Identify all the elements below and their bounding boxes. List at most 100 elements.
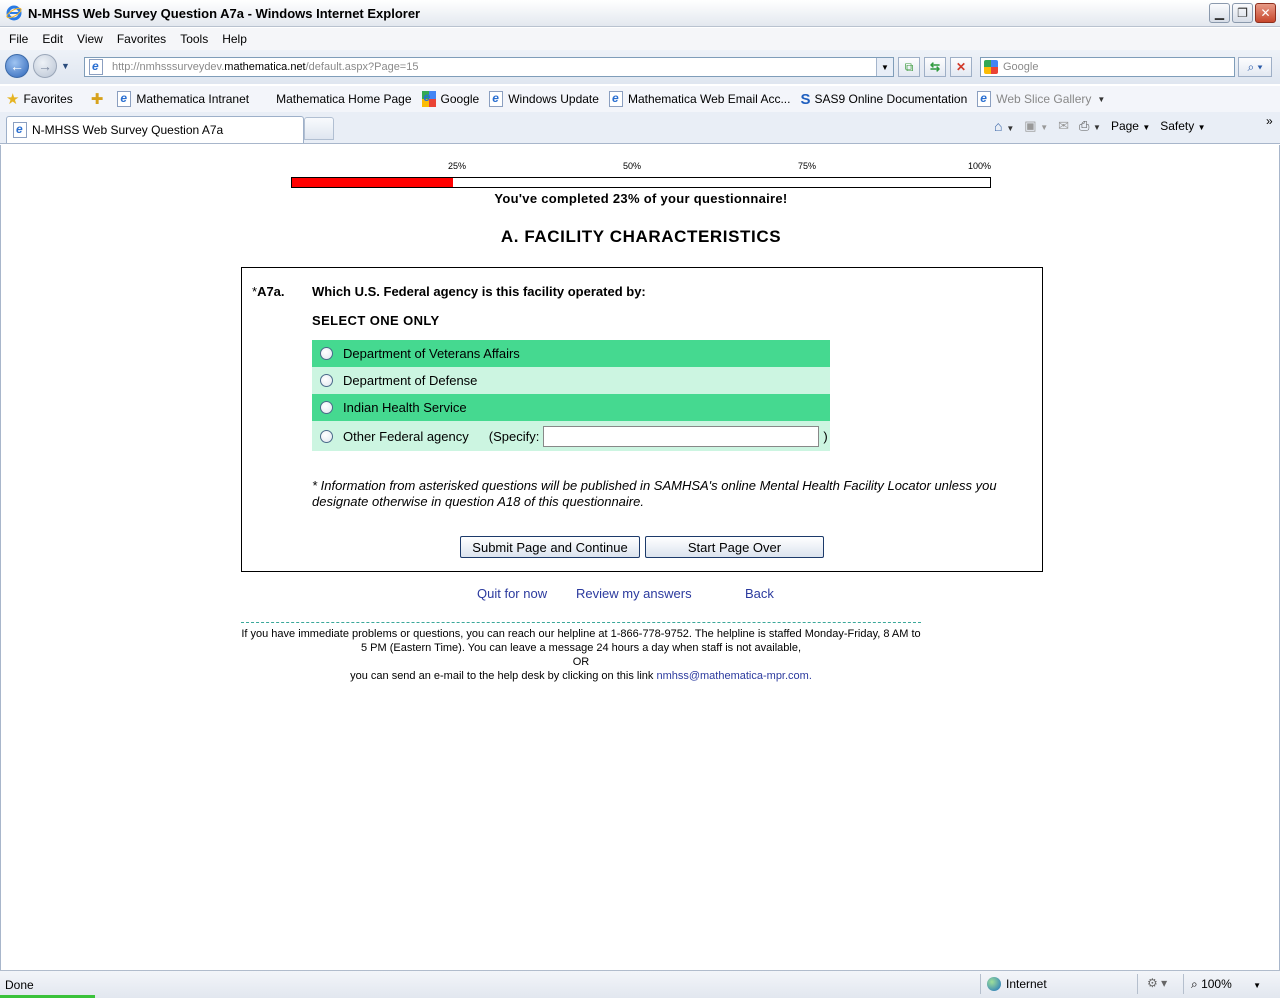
fav-web-email[interactable]: Mathematica Web Email Acc... — [608, 91, 791, 107]
option-veterans-affairs[interactable]: Department of Veterans Affairs — [312, 340, 830, 367]
address-bar[interactable]: http://nmhsssurveydev.mathematica.net/de… — [84, 57, 894, 77]
option-defense[interactable]: Department of Defense — [312, 367, 830, 394]
asterisk-note: * Information from asterisked questions … — [312, 478, 997, 509]
progress-label-25: 25% — [447, 161, 466, 171]
page-icon — [117, 91, 132, 107]
feeds-icon[interactable]: ▣ ▼ — [1024, 118, 1048, 134]
tab-current[interactable]: N-MHSS Web Survey Question A7a — [6, 116, 304, 143]
stop-icon[interactable]: ✕ — [950, 57, 972, 77]
review-link[interactable]: Review my answers — [576, 586, 692, 601]
page-icon — [489, 91, 504, 107]
section-title: A. FACILITY CHARACTERISTICS — [500, 227, 782, 246]
window-title: N-MHSS Web Survey Question A7a - Windows… — [28, 5, 421, 21]
page-menu[interactable]: Page ▼ — [1111, 119, 1150, 133]
divider — [980, 974, 981, 994]
progress-bar — [291, 177, 991, 188]
fav-label: Google — [440, 92, 480, 106]
start-over-button[interactable]: Start Page Over — [645, 536, 824, 558]
fav-label: Mathematica Web Email Acc... — [627, 92, 791, 106]
zoom-control[interactable]: ⌕ 100% ▼ — [1191, 977, 1261, 992]
add-favorite-icon[interactable]: ✚ — [91, 90, 108, 108]
back-link[interactable]: Back — [745, 586, 774, 601]
option-label: Other Federal agency — [343, 428, 469, 444]
forward-icon[interactable]: → — [33, 54, 57, 78]
tab-title: N-MHSS Web Survey Question A7a — [32, 123, 224, 137]
question-box: *A7a. Which U.S. Federal agency is this … — [241, 267, 1043, 572]
divider — [241, 622, 921, 623]
menu-edit[interactable]: Edit — [37, 32, 72, 46]
fav-mathematica-home[interactable]: Mathematica Home Page — [276, 92, 411, 106]
status-bar: Done Internet ⚙ ▾ ⌕ 100% ▼ — [0, 970, 1280, 998]
progress-fill — [292, 178, 453, 187]
back-icon[interactable]: ← — [5, 54, 29, 78]
page-icon — [608, 91, 623, 107]
address-dropdown-icon[interactable]: ▼ — [876, 58, 893, 76]
refresh-icon[interactable]: ⇆ — [924, 57, 946, 77]
search-input[interactable]: Google — [980, 57, 1235, 77]
progress-label-100: 100% — [967, 161, 991, 171]
globe-icon — [987, 977, 1001, 991]
fav-label: Mathematica Home Page — [276, 92, 412, 106]
menu-view[interactable]: View — [72, 32, 112, 46]
divider — [1137, 974, 1138, 994]
fav-label: Mathematica Intranet — [136, 92, 250, 106]
radio-button[interactable] — [320, 347, 333, 360]
progress-label-75: 75% — [797, 161, 816, 171]
chevron-down-icon: ▼ — [1097, 94, 1106, 104]
new-tab-button[interactable] — [304, 117, 334, 140]
help-or: OR — [572, 656, 590, 668]
close-button[interactable]: ✕ — [1255, 3, 1276, 23]
compatibility-icon[interactable]: ⧉ — [898, 57, 920, 77]
radio-button[interactable] — [320, 401, 333, 414]
progress-label-50: 50% — [622, 161, 641, 171]
menu-favorites[interactable]: Favorites — [112, 32, 175, 46]
add-star-icon: ✚ — [90, 91, 104, 108]
print-icon[interactable]: ⎙ ▼ — [1079, 118, 1101, 134]
fav-sas9-docs[interactable]: S SAS9 Online Documentation — [800, 91, 967, 108]
minimize-button[interactable]: ▁ — [1209, 3, 1230, 23]
address-url: http://nmhsssurveydev.mathematica.net/de… — [112, 61, 419, 73]
menu-bar: File Edit View Favorites Tools Help — [0, 28, 1280, 50]
radio-button[interactable] — [320, 429, 333, 443]
options-list: Department of Veterans Affairs Departmen… — [312, 340, 830, 451]
status-text: Done — [5, 978, 34, 992]
restore-button[interactable]: ❐ — [1232, 3, 1253, 23]
menu-file[interactable]: File — [4, 32, 37, 46]
command-bar: ⌂ ▼ ▣ ▼ ✉ ⎙ ▼ Page ▼ Safety ▼ — [994, 118, 1206, 134]
radio-button[interactable] — [320, 374, 333, 387]
progress-text: You've completed 23% of your questionnai… — [494, 191, 788, 206]
home-icon[interactable]: ⌂ ▼ — [994, 118, 1014, 134]
fav-label: SAS9 Online Documentation — [814, 92, 968, 106]
help-line: If you have immediate problems or questi… — [241, 628, 921, 654]
search-icon[interactable]: ⌕ ▾ — [1238, 57, 1272, 77]
divider — [1183, 974, 1184, 994]
footer-links: Quit for now Review my answers Back — [1, 586, 1280, 602]
fav-google[interactable]: Google — [421, 90, 480, 107]
option-indian-health-service[interactable]: Indian Health Service — [312, 394, 830, 421]
history-dropdown-icon[interactable]: ▼ — [61, 61, 70, 71]
sas-icon: S — [800, 90, 811, 108]
email-link[interactable]: nmhss@mathematica-mpr.com. — [656, 670, 811, 682]
fav-label: Web Slice Gallery — [996, 92, 1092, 106]
submit-button[interactable]: Submit Page and Continue — [460, 536, 640, 558]
option-other-federal-agency[interactable]: Other Federal agency (Specify: ) — [312, 421, 830, 451]
mail-icon[interactable]: ✉ — [1058, 118, 1069, 134]
specify-input[interactable] — [543, 425, 820, 447]
page-content: 25% 50% 75% 100% You've completed 23% of… — [0, 145, 1280, 970]
menu-help[interactable]: Help — [217, 32, 256, 46]
fav-web-slice-gallery[interactable]: Web Slice Gallery ▼ — [977, 91, 1105, 107]
favorites-button[interactable]: ★ Favorites — [6, 90, 73, 108]
fav-windows-update[interactable]: Windows Update — [489, 91, 599, 107]
favorites-bar: ★ Favorites ✚ Mathematica Intranet Mathe… — [0, 86, 1280, 112]
select-instruction: SELECT ONE ONLY — [312, 313, 440, 328]
tab-row: N-MHSS Web Survey Question A7a ⌂ ▼ ▣ ▼ ✉… — [0, 112, 1280, 144]
quit-link[interactable]: Quit for now — [477, 586, 547, 601]
safety-menu[interactable]: Safety ▼ — [1160, 119, 1205, 133]
page-icon — [13, 122, 27, 138]
fav-mathematica-intranet[interactable]: Mathematica Intranet — [117, 91, 249, 107]
menu-tools[interactable]: Tools — [175, 32, 217, 46]
security-zone[interactable]: Internet — [987, 977, 1047, 991]
question-number: *A7a. — [252, 284, 285, 299]
protected-mode-icon[interactable]: ⚙ ▾ — [1147, 976, 1167, 990]
chevron-more-icon[interactable]: » — [1266, 114, 1273, 128]
